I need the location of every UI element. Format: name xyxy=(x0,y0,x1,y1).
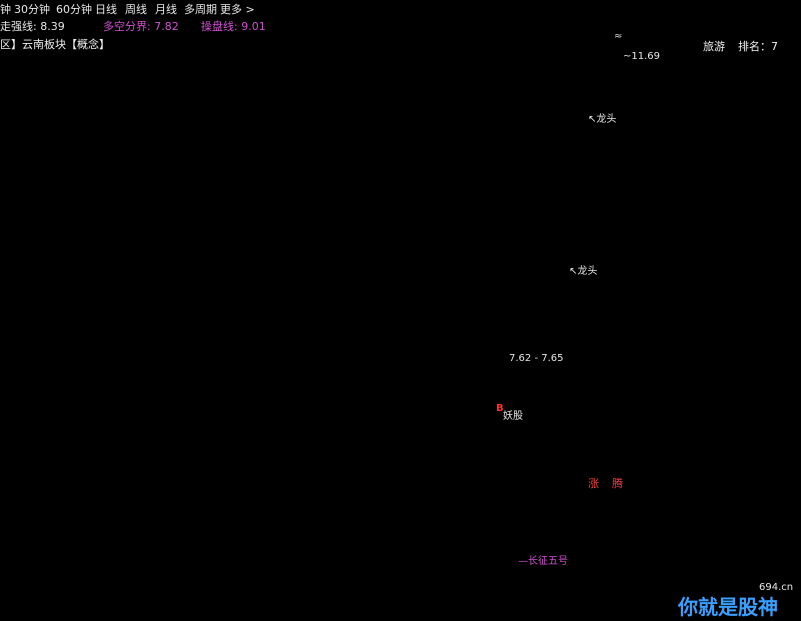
candle xyxy=(635,220,643,234)
candle xyxy=(265,419,281,425)
ma-gray-line xyxy=(0,369,801,421)
tab-weekly[interactable]: 周线 xyxy=(125,1,147,17)
trend-line-label: 走强线 xyxy=(0,20,33,33)
high-price-label: ~11.69 xyxy=(623,51,661,62)
candle xyxy=(243,408,259,424)
star-marker: ★ xyxy=(319,445,327,455)
tab-minute[interactable]: 钟 xyxy=(0,1,11,17)
sector-name: 旅游 xyxy=(703,40,725,53)
zhang-label: 涨 xyxy=(588,477,599,490)
control-line-label: 操盘线 xyxy=(201,20,234,33)
rocket-label-text: 长征五号 xyxy=(528,556,568,567)
indicator-bull-bear: 多空分界: 7.82 xyxy=(103,20,179,33)
trend-line-value: 8.39 xyxy=(40,20,65,33)
tab-30min[interactable]: 30分钟 xyxy=(14,1,50,17)
bull-bear-label: 多空分界 xyxy=(103,20,147,33)
indicator-control-line: 操盘线: 9.01 xyxy=(201,20,266,33)
candle xyxy=(403,399,419,416)
candle xyxy=(311,422,327,430)
range-label: 7.62 - 7.65 xyxy=(509,353,564,364)
ma-purple-line xyxy=(0,261,801,415)
candle xyxy=(659,228,665,250)
candle xyxy=(631,217,647,237)
tab-more[interactable]: 更多 > xyxy=(220,1,255,17)
up-arrow-marker: ↑ xyxy=(658,280,666,291)
signal-bar xyxy=(541,255,555,327)
tab-monthly[interactable]: 月线 xyxy=(155,1,177,17)
ma-yellow-line xyxy=(0,311,801,341)
demon-stock-label: 妖股 xyxy=(503,411,523,422)
candle xyxy=(745,269,763,304)
sector-rank: 排名：7 xyxy=(738,40,778,53)
tab-60min[interactable]: 60分钟 xyxy=(56,1,92,17)
candle xyxy=(700,290,716,296)
candle xyxy=(83,384,99,394)
candle xyxy=(516,312,532,326)
watermark-logo-icon xyxy=(650,586,676,614)
candle xyxy=(196,397,212,407)
candle xyxy=(677,273,693,281)
candle xyxy=(152,396,166,401)
candle xyxy=(772,287,780,305)
candle xyxy=(768,285,784,307)
top-mark: ≈ xyxy=(614,31,623,42)
dragon-head-label-1: ↖龙头 xyxy=(588,114,617,125)
candle xyxy=(357,411,373,418)
control-line-value: 9.01 xyxy=(241,20,266,33)
dragon-head-label-2: ↖龙头 xyxy=(569,266,598,277)
indicator-trend-line: 走强线: 8.39 xyxy=(0,20,65,33)
tab-daily[interactable]: 日线 xyxy=(95,1,117,17)
candle xyxy=(450,396,464,400)
period-toolbar xyxy=(0,0,801,17)
ma-white-line xyxy=(0,413,511,423)
candle xyxy=(722,268,738,286)
candle xyxy=(426,396,442,403)
tab-multi-period[interactable]: 多周期 xyxy=(184,1,217,17)
sector-tag: 区】云南板块【概念】 xyxy=(0,38,110,51)
candle xyxy=(15,395,29,409)
candle xyxy=(334,415,350,423)
rocket-label: —长征五号 xyxy=(518,556,568,567)
signal-bar xyxy=(494,349,508,401)
candle xyxy=(37,392,53,401)
kline-chart: ★ ↑ ↑ xyxy=(0,38,801,614)
dot-marker xyxy=(682,304,686,308)
up-arrow-marker: ↑ xyxy=(680,314,688,325)
dragon-head-text-1: 龙头 xyxy=(596,114,617,125)
teng-label: 腾 xyxy=(612,477,623,490)
candles xyxy=(0,38,801,430)
candle xyxy=(0,403,10,410)
candle xyxy=(105,389,121,395)
watermark-slogan: 你就是股神 xyxy=(678,595,778,619)
candle xyxy=(655,226,669,252)
high-price-value: 11.69 xyxy=(631,51,661,62)
rocket-icon xyxy=(490,505,514,612)
dragon-head-text-2: 龙头 xyxy=(577,266,598,277)
bull-bear-value: 7.82 xyxy=(154,20,179,33)
